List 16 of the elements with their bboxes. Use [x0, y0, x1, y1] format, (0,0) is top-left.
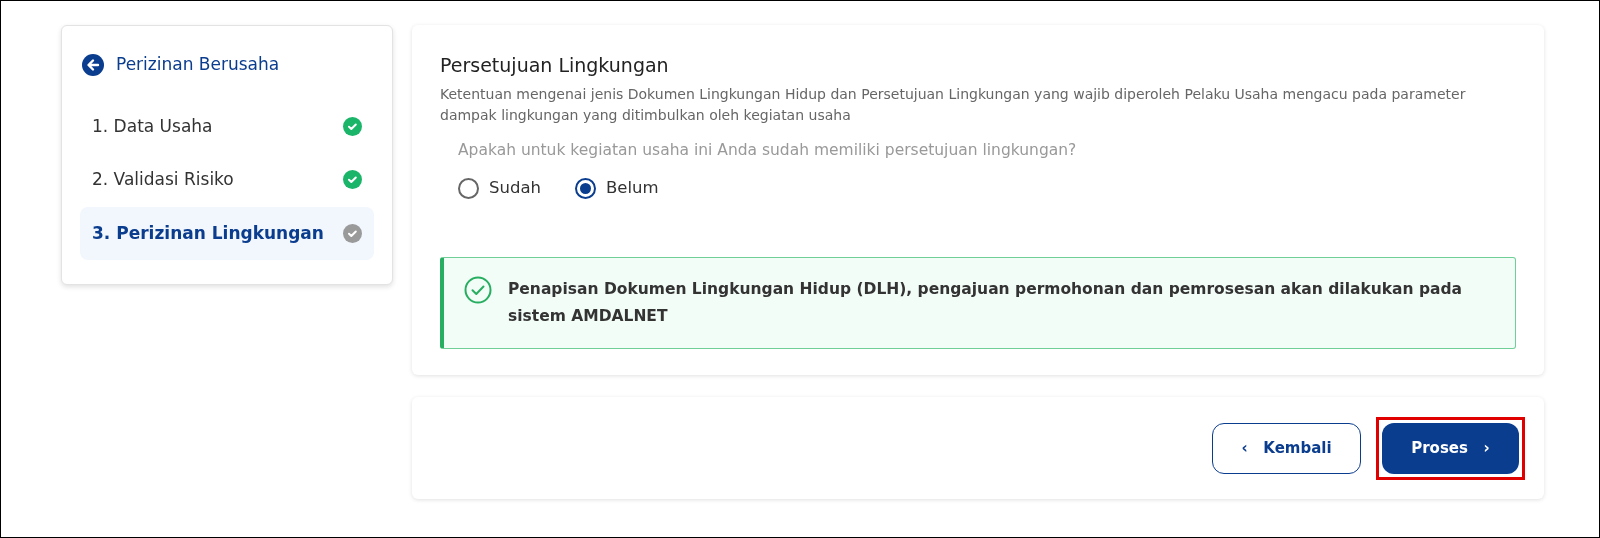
process-button[interactable]: Proses ›	[1382, 423, 1519, 475]
radio-option[interactable]: Sudah	[458, 176, 541, 201]
question-text: Apakah untuk kegiatan usaha ini Anda sudah memiliki persetujuan lingkungan?	[458, 139, 1078, 161]
back-link[interactable]: Perizinan Berusaha	[116, 52, 280, 78]
radio-option[interactable]: Belum	[575, 176, 659, 201]
check-icon	[343, 223, 362, 243]
check-circle-icon	[464, 275, 492, 304]
back-button[interactable]: ‹ Kembali	[1212, 423, 1361, 475]
alert-message: Penapisan Dokumen Lingkungan Hidup (DLH), pengajuan permohonan dan pemrosesan akan dilakukan pada sistem AMDALNET	[508, 278, 1464, 327]
check-icon	[343, 116, 362, 136]
step-item[interactable]: 2. Validasi Risiko	[80, 153, 374, 207]
check-icon	[343, 170, 362, 190]
step-item[interactable]: 1. Data Usaha	[80, 99, 374, 153]
section-description: Ketentuan mengenai jenis Dokumen Lingkungan Hidup dan Persetujuan Lingkungan yang wajib diperoleh Pelaku Usaha mengacu pada parameter dampak lingkungan yang ditimbulkan oleh kegiatan usaha	[440, 84, 1467, 126]
step-item[interactable]: 3. Perizinan Lingkungan	[80, 206, 374, 260]
section-title: Persetujuan Lingkungan	[440, 53, 670, 78]
